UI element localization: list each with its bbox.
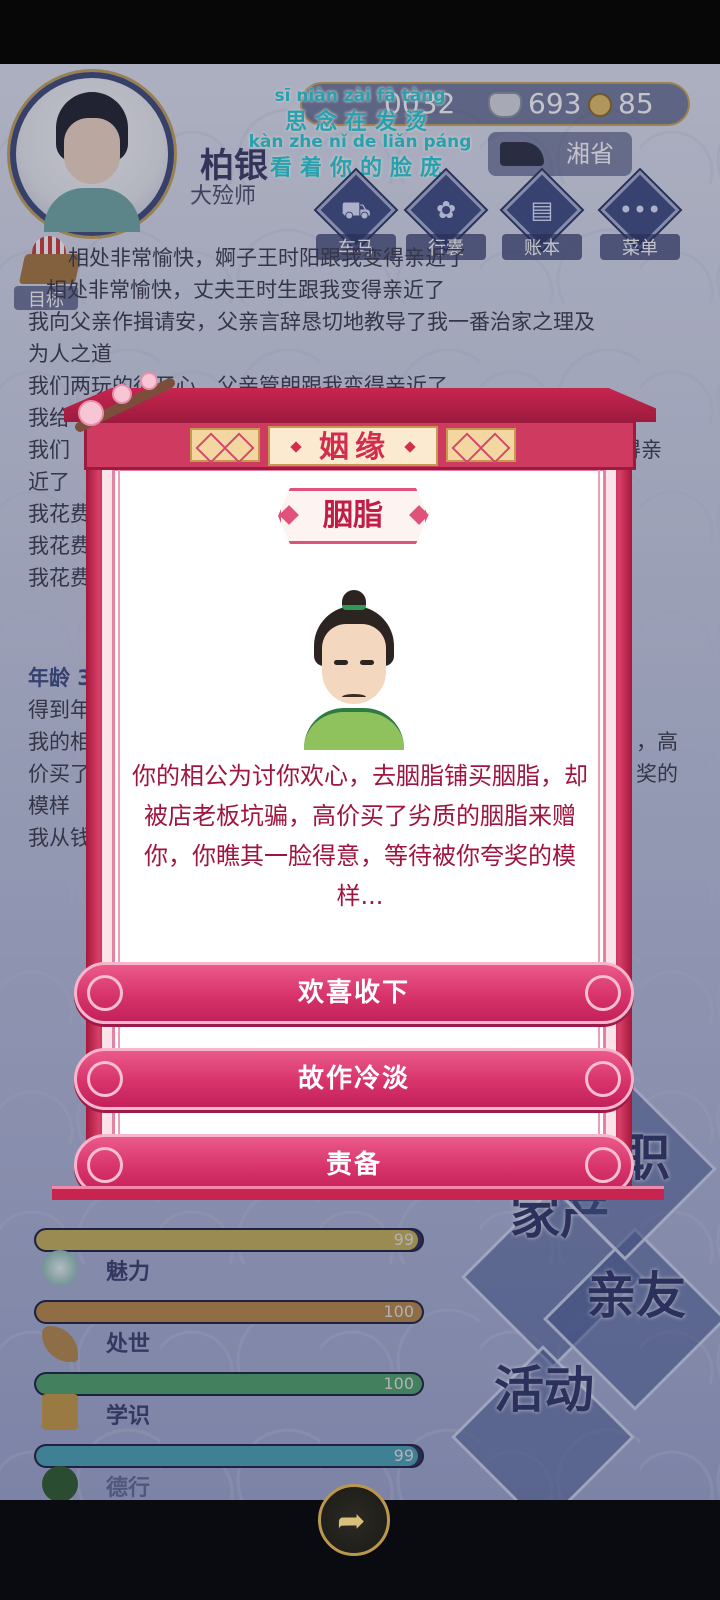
choice-cold-button[interactable]: 故作冷淡 [74, 1048, 634, 1110]
modal-subtitle: 胭脂 [323, 498, 383, 533]
share-button[interactable]: ➦ [318, 1484, 390, 1556]
husband-eye [360, 660, 374, 665]
event-story-text: 你的相公为讨你欢心，去胭脂铺买胭脂，却被店老板坑骗，高价买了劣质的胭脂来赠你，你… [132, 762, 588, 910]
choice-label: 故作冷淡 [297, 1064, 410, 1094]
modal-title: 姻缘 [319, 430, 391, 465]
lattice-ornament-right [446, 428, 516, 462]
pavilion-base [52, 1186, 664, 1200]
husband-eye [334, 660, 348, 665]
husband-robe [304, 708, 404, 750]
modal-title-plaque: 姻缘 [268, 426, 438, 466]
choice-label: 责备 [325, 1150, 382, 1180]
plum-blossom-icon [112, 384, 132, 404]
plum-blossom-icon [78, 400, 104, 426]
husband-face [322, 624, 386, 704]
lattice-ornament-left [190, 428, 260, 462]
share-arrow-icon: ➦ [337, 1501, 366, 1541]
husband-portrait [304, 590, 404, 750]
choice-accept-button[interactable]: 欢喜收下 [74, 962, 634, 1024]
husband-mustache [342, 694, 366, 700]
husband-topknot [342, 590, 366, 610]
status-bar [0, 0, 720, 64]
plum-blossom-icon [140, 372, 158, 390]
choice-label: 欢喜收下 [297, 978, 410, 1008]
